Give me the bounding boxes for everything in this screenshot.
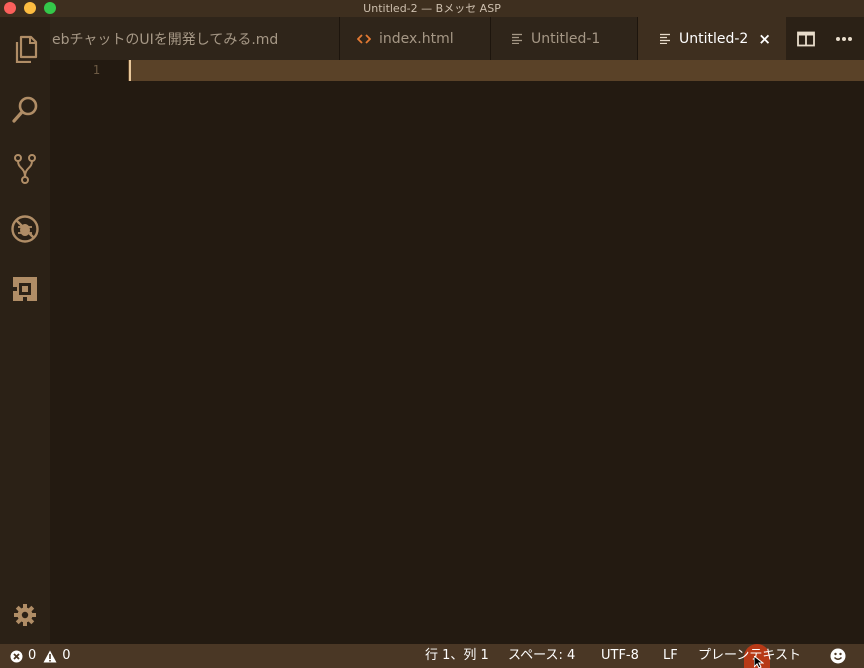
title-bar: Untitled-2 — Bメッセ ASP [0,0,864,17]
text-file-icon [660,33,671,44]
feedback-button[interactable] [830,644,846,668]
text-file-icon [512,33,523,44]
line-number: 1 [92,63,100,77]
text-cursor [129,60,131,81]
problems-indicator[interactable]: 0 0 [10,644,71,668]
extensions-button[interactable] [0,266,50,312]
tab-untitled-2[interactable]: Untitled-2 × [638,17,787,60]
warning-icon [43,650,57,662]
tab-label: Untitled-2 [679,30,749,47]
debug-button[interactable] [0,206,50,252]
more-actions-button[interactable] [834,29,854,49]
files-icon [15,35,38,63]
error-count: 0 [28,648,37,663]
tab-markdown[interactable]: ebチャットのUIを開発してみる.md [50,17,340,60]
search-button[interactable] [0,86,50,132]
status-bar: 0 0 行 1、列 1 スペース: 4 UTF-8 LF プレーンテキスト [0,644,864,668]
tab-untitled-1[interactable]: Untitled-1 [491,17,638,60]
explorer-button[interactable] [0,26,50,72]
tab-label: ebチャットのUIを開発してみる.md [52,31,279,48]
language-mode[interactable]: プレーンテキスト [698,644,801,668]
search-icon [12,96,38,123]
extensions-icon [13,277,37,301]
tab-label: Untitled-1 [531,30,601,47]
gear-icon [14,604,36,626]
smiley-icon [830,648,846,664]
tab-close-button[interactable]: × [758,30,771,48]
error-icon [10,650,23,662]
editor-area[interactable]: 1 [50,60,864,644]
git-branch-icon [14,154,36,184]
debug-icon [11,215,39,243]
window-title: Untitled-2 — Bメッセ ASP [363,2,501,15]
split-editor-button[interactable] [796,29,816,49]
warning-count: 0 [62,648,71,663]
cursor-position[interactable]: 行 1、列 1 [425,644,489,668]
source-control-button[interactable] [0,146,50,192]
editor-tab-bar: ebチャットのUIを開発してみる.md index.html Untitled-… [50,17,864,60]
eol-setting[interactable]: LF [663,644,678,668]
editor-actions [786,17,864,60]
settings-button[interactable] [0,592,50,638]
tab-index-html[interactable]: index.html [340,17,491,60]
more-icon [836,37,852,41]
indentation-setting[interactable]: スペース: 4 [508,644,575,668]
encoding-setting[interactable]: UTF-8 [601,644,639,668]
activity-bar [0,17,50,644]
mouse-pointer-icon [753,654,765,668]
tab-label: index.html [379,30,454,47]
current-line-highlight [128,60,864,81]
html-code-icon [357,33,371,45]
split-editor-icon [797,31,815,47]
